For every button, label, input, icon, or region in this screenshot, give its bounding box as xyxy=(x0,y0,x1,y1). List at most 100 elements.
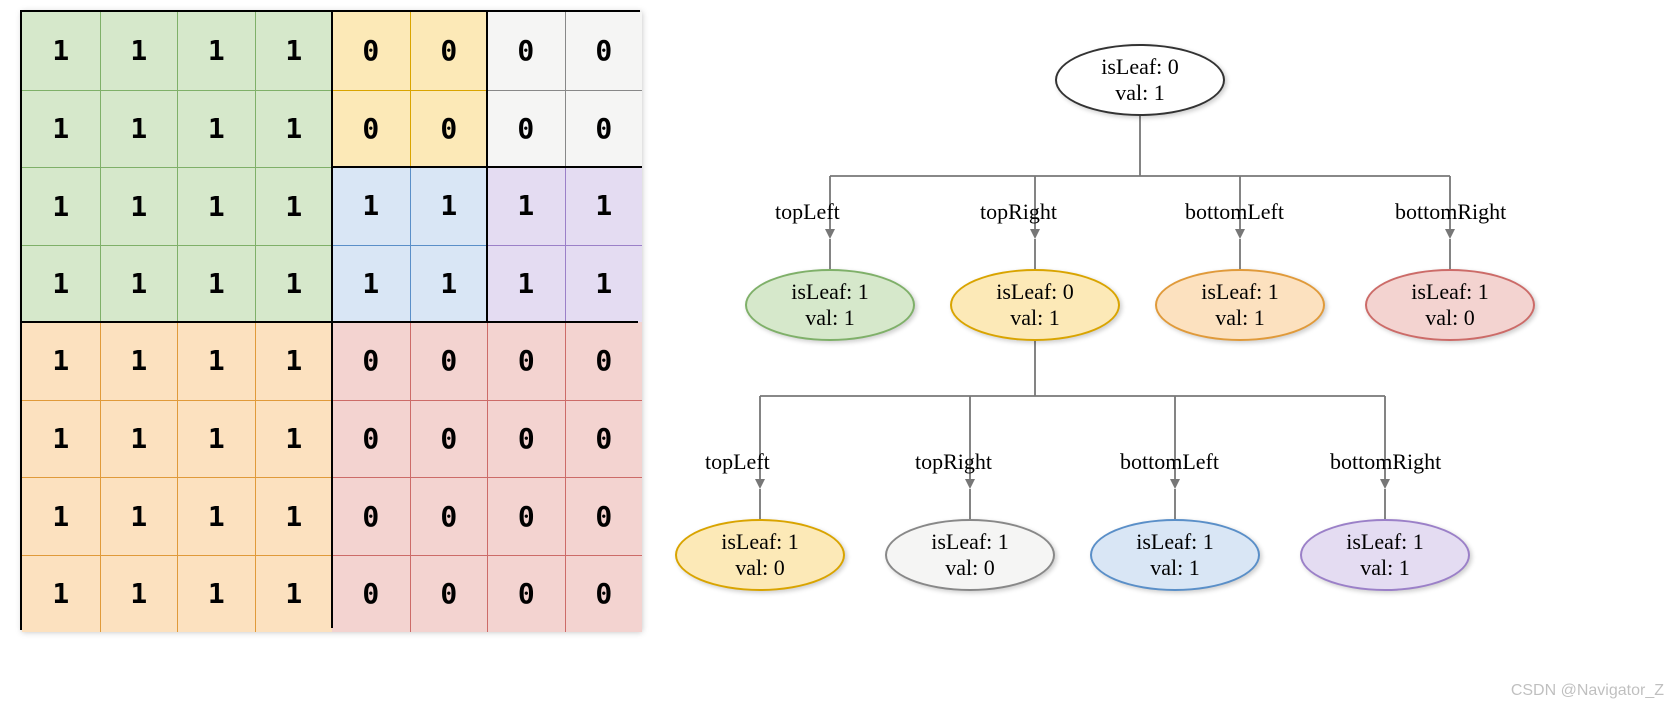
grid-cell: 1 xyxy=(100,555,178,633)
edge-label: bottomLeft xyxy=(1120,449,1219,475)
grid-cell: 1 xyxy=(255,400,333,478)
watermark: CSDN @Navigator_Z xyxy=(1511,682,1664,700)
tree-node-topRight: isLeaf: 0val: 1 xyxy=(950,269,1120,341)
grid-cell: 1 xyxy=(177,555,255,633)
node-val: val: 0 xyxy=(1425,305,1475,331)
grid-cell: 0 xyxy=(332,90,410,168)
grid-cell: 0 xyxy=(487,12,565,90)
grid-cell: 1 xyxy=(410,245,488,323)
grid-cell: 0 xyxy=(410,555,488,633)
grid-cell: 1 xyxy=(22,400,100,478)
grid-cell: 0 xyxy=(565,555,643,633)
grid-cell: 0 xyxy=(410,400,488,478)
node-val: val: 1 xyxy=(1215,305,1265,331)
grid-cell: 1 xyxy=(332,245,410,323)
node-isleaf: isLeaf: 1 xyxy=(1411,279,1489,305)
grid-cell: 0 xyxy=(332,400,410,478)
grid-cell: 1 xyxy=(100,12,178,90)
grid-cell: 0 xyxy=(332,477,410,555)
edge-label: topLeft xyxy=(705,449,770,475)
grid-cell: 1 xyxy=(177,477,255,555)
grid-cell: 1 xyxy=(565,167,643,245)
grid-cell: 0 xyxy=(410,477,488,555)
tree-node-l2-topLeft: isLeaf: 1val: 0 xyxy=(675,519,845,591)
grid-cell: 1 xyxy=(487,167,565,245)
grid-cell: 0 xyxy=(487,322,565,400)
grid-cell: 1 xyxy=(177,322,255,400)
grid-cell: 1 xyxy=(100,245,178,323)
grid-cell: 1 xyxy=(177,167,255,245)
quad-tree: isLeaf: 0val: 1topLeftisLeaf: 1val: 1top… xyxy=(700,10,1654,660)
edge-label: bottomRight xyxy=(1330,449,1441,475)
node-val: val: 1 xyxy=(1360,555,1410,581)
grid-cell: 1 xyxy=(100,322,178,400)
node-isleaf: isLeaf: 1 xyxy=(721,529,799,555)
grid-cell: 1 xyxy=(22,322,100,400)
edge-label: bottomRight xyxy=(1395,199,1506,225)
grid-cell: 1 xyxy=(177,12,255,90)
grid-cell: 1 xyxy=(177,90,255,168)
grid-cell: 0 xyxy=(565,12,643,90)
grid-cell: 0 xyxy=(332,555,410,633)
grid-cell: 1 xyxy=(255,555,333,633)
grid-cell: 1 xyxy=(255,167,333,245)
tree-node-l2-topRight: isLeaf: 1val: 0 xyxy=(885,519,1055,591)
grid-cell: 0 xyxy=(487,400,565,478)
grid-cell: 0 xyxy=(487,555,565,633)
grid-cell: 0 xyxy=(487,477,565,555)
edge-label: topRight xyxy=(915,449,992,475)
grid-cell: 1 xyxy=(100,167,178,245)
grid-cell: 1 xyxy=(22,245,100,323)
grid-cell: 0 xyxy=(565,400,643,478)
grid-cell: 1 xyxy=(177,245,255,323)
grid-cell: 1 xyxy=(22,90,100,168)
grid-cell: 1 xyxy=(332,167,410,245)
grid-cell: 1 xyxy=(100,400,178,478)
node-isleaf: isLeaf: 1 xyxy=(1201,279,1279,305)
grid-cell: 0 xyxy=(565,322,643,400)
grid-cell: 0 xyxy=(410,90,488,168)
grid-cell: 0 xyxy=(565,477,643,555)
grid-cell: 1 xyxy=(22,12,100,90)
grid-cell: 1 xyxy=(255,12,333,90)
grid-cell: 1 xyxy=(487,245,565,323)
quad-grid: 1111000011110000111111111111111111110000… xyxy=(20,10,640,630)
tree-node-l2-bottomRight: isLeaf: 1val: 1 xyxy=(1300,519,1470,591)
grid-cell: 1 xyxy=(22,477,100,555)
node-val: val: 1 xyxy=(1010,305,1060,331)
tree-node-l2-bottomLeft: isLeaf: 1val: 1 xyxy=(1090,519,1260,591)
tree-node-bottomLeft: isLeaf: 1val: 1 xyxy=(1155,269,1325,341)
node-isleaf: isLeaf: 0 xyxy=(1101,54,1179,80)
tree-node-topLeft: isLeaf: 1val: 1 xyxy=(745,269,915,341)
grid-cell: 1 xyxy=(100,477,178,555)
tree-node-bottomRight: isLeaf: 1val: 0 xyxy=(1365,269,1535,341)
node-isleaf: isLeaf: 1 xyxy=(931,529,1009,555)
grid-cell: 0 xyxy=(487,90,565,168)
grid-cell: 1 xyxy=(255,90,333,168)
grid-cell: 1 xyxy=(410,167,488,245)
node-isleaf: isLeaf: 1 xyxy=(791,279,869,305)
node-val: val: 0 xyxy=(735,555,785,581)
grid-cell: 0 xyxy=(410,322,488,400)
grid-cell: 1 xyxy=(177,400,255,478)
node-val: val: 1 xyxy=(1115,80,1165,106)
grid-cell: 1 xyxy=(22,167,100,245)
tree-root: isLeaf: 0val: 1 xyxy=(1055,44,1225,116)
grid-cell: 1 xyxy=(565,245,643,323)
node-val: val: 1 xyxy=(1150,555,1200,581)
grid-cell: 0 xyxy=(332,12,410,90)
grid-cell: 0 xyxy=(332,322,410,400)
grid-cell: 1 xyxy=(255,322,333,400)
node-val: val: 0 xyxy=(945,555,995,581)
grid-cell: 1 xyxy=(255,477,333,555)
edge-label: topLeft xyxy=(775,199,840,225)
grid-cell: 0 xyxy=(565,90,643,168)
grid-cell: 1 xyxy=(100,90,178,168)
grid-cell: 1 xyxy=(255,245,333,323)
node-isleaf: isLeaf: 1 xyxy=(1346,529,1424,555)
edge-label: bottomLeft xyxy=(1185,199,1284,225)
node-isleaf: isLeaf: 0 xyxy=(996,279,1074,305)
edge-label: topRight xyxy=(980,199,1057,225)
grid-cell: 0 xyxy=(410,12,488,90)
node-isleaf: isLeaf: 1 xyxy=(1136,529,1214,555)
